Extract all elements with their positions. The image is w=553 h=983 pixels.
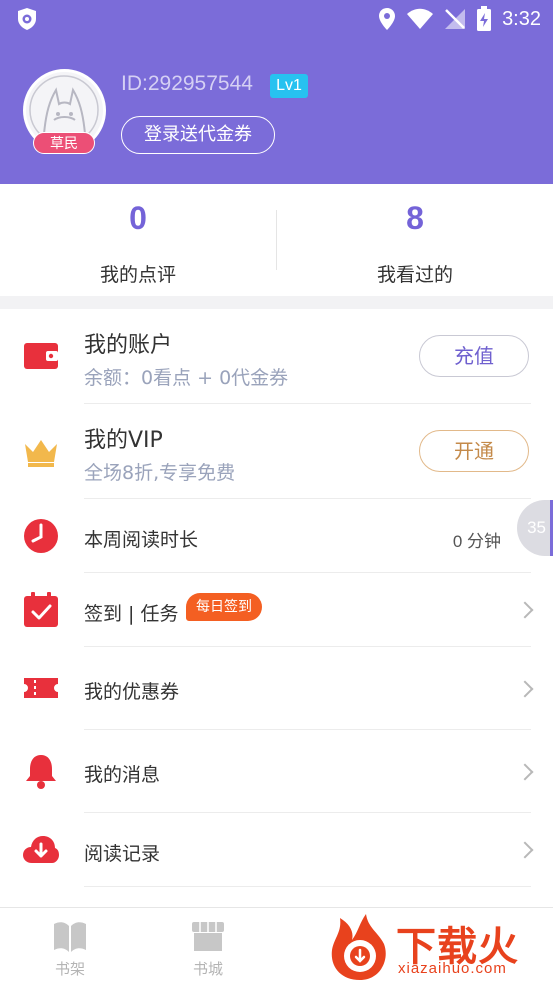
menu-label: 我的消息 [84,764,161,786]
vip-title: 我的VIP [84,428,163,453]
calendar-check-icon [24,592,58,627]
rank-badge: 草民 [33,132,95,154]
clock-time: 3:32 [502,7,541,30]
level-badge: Lv1 [270,74,308,98]
nav-bookstore[interactable]: 书城 [138,908,278,983]
chevron-right-icon [516,763,534,781]
account-title: 我的账户 [84,333,173,358]
vip-subtitle: 全场8折,专享免费 [84,462,236,484]
divider [84,886,531,887]
wifi-icon [407,8,434,29]
daily-checkin-badge: 每日签到 [186,593,262,621]
activate-vip-button[interactable]: 开通 [419,430,529,472]
nav-bookshelf[interactable]: 书架 [0,908,140,983]
stat-my-reviews[interactable]: 0 我的点评 [0,184,276,296]
profile-header: 3:32 草民 ID:292957544 Lv1 登录送代金券 [0,0,553,184]
menu-label: 本周阅读时长 [84,529,199,551]
menu-item-reading-history[interactable]: 阅读记录 [0,813,553,887]
crown-icon [25,440,57,467]
recharge-button[interactable]: 充值 [419,335,529,377]
book-icon [54,922,86,952]
menu-label: 签到 | 任务 [84,603,179,625]
location-icon [379,8,396,30]
reading-time-value: 0 分钟 [452,532,501,551]
chevron-right-icon [516,841,534,859]
chevron-right-icon [516,680,534,698]
stat-value: 8 [406,200,424,236]
status-bar: 3:32 [0,0,553,38]
store-icon [192,922,224,951]
stat-viewed[interactable]: 8 我看过的 [277,184,553,296]
shield-icon [18,8,36,30]
user-id: ID:292957544 [121,72,253,95]
menu-item-reading-time[interactable]: 本周阅读时长 0 分钟 [0,499,553,573]
menu-item-coupons[interactable]: 我的优惠券 [0,647,553,730]
menu-label: 阅读记录 [84,843,161,865]
watermark-url: xiazaihuo.com [398,960,507,977]
menu-item-messages[interactable]: 我的消息 [0,730,553,813]
account-row[interactable]: 我的账户 余额：0看点 + 0代金券 充值 [0,309,553,404]
section-gap [0,296,553,309]
chevron-right-icon [516,601,534,619]
menu-label: 我的优惠券 [84,681,180,703]
battery-charging-icon [477,6,492,31]
nav-label: 书城 [192,960,223,978]
nav-label: 书架 [54,960,85,978]
menu-item-checkin[interactable]: 签到 | 任务 [0,573,553,647]
login-button[interactable]: 登录送代金券 [121,116,275,154]
stat-label: 我的点评 [99,264,176,286]
vip-row[interactable]: 我的VIP 全场8折,专享免费 开通 [0,404,553,499]
ticket-icon [24,678,58,698]
wallet-icon [24,343,58,369]
clock-icon [24,519,58,553]
account-balance: 余额：0看点 + 0代金券 [84,367,289,389]
stat-label: 我看过的 [376,264,453,286]
no-signal-icon [445,9,466,29]
watermark: 下载火 xiazaihuo.com [326,908,551,983]
stat-value: 0 [129,200,147,236]
cloud-download-icon [23,836,59,863]
flame-logo-icon [331,914,386,980]
stats-bar: 0 我的点评 8 我看过的 [0,184,553,296]
bell-icon [26,755,56,789]
